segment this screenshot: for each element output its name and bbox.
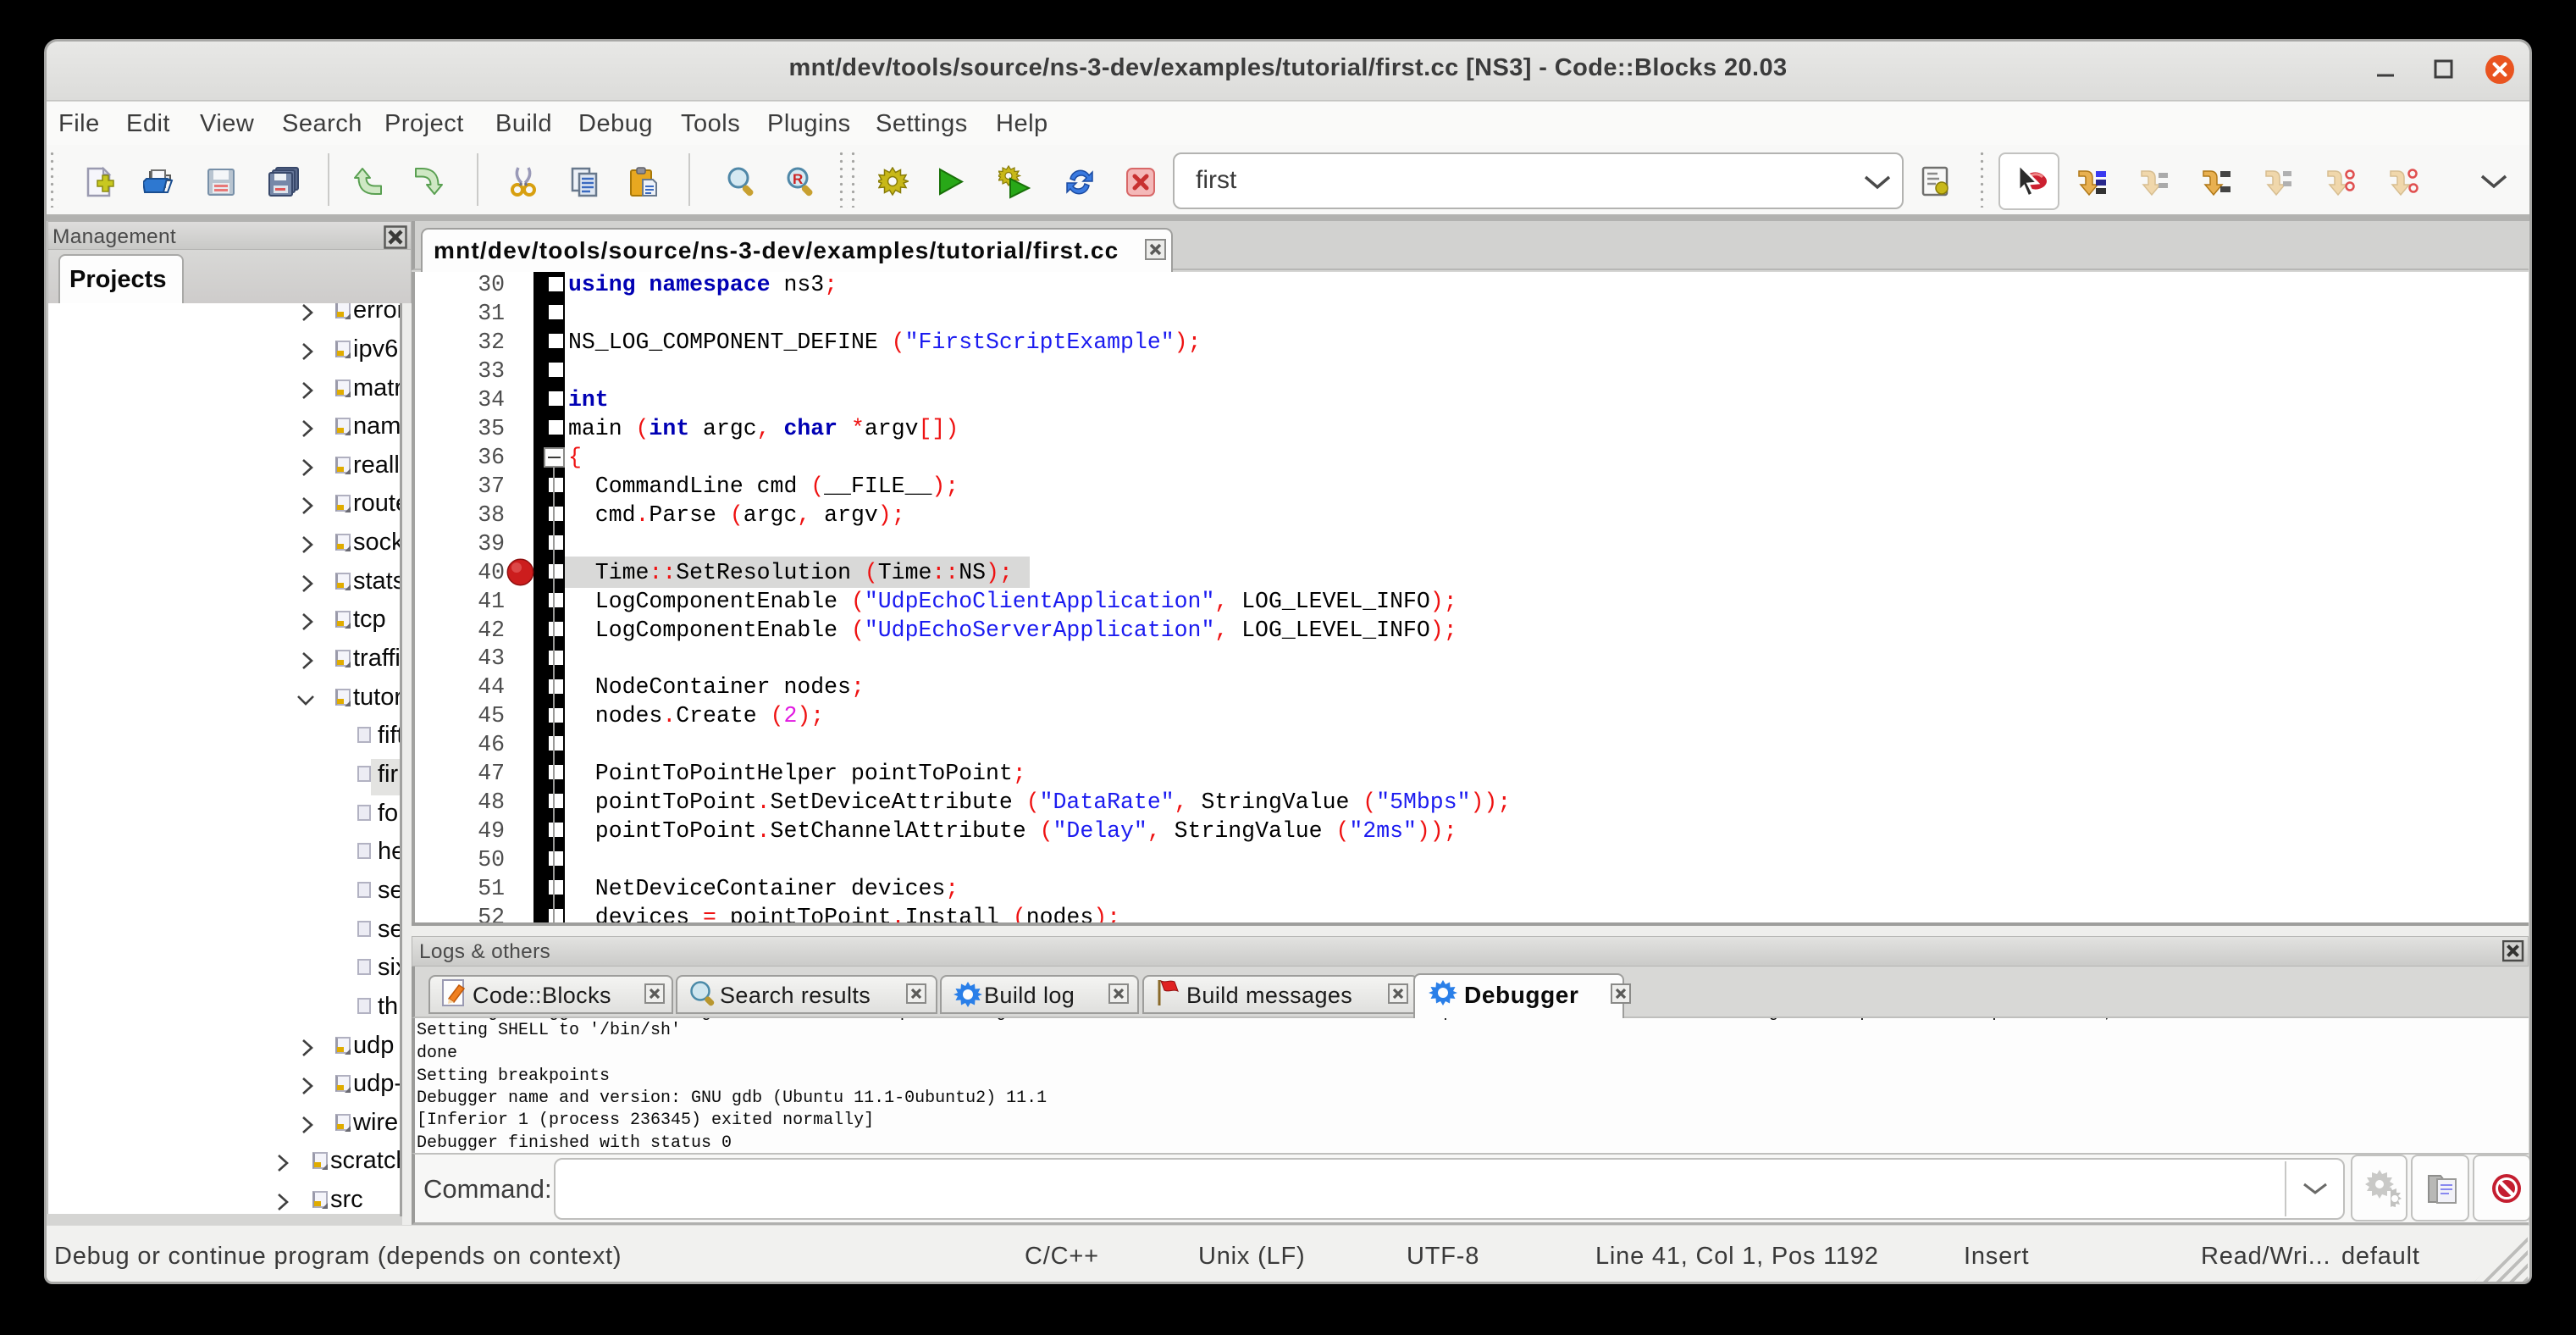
svg-text:R: R	[793, 171, 803, 187]
